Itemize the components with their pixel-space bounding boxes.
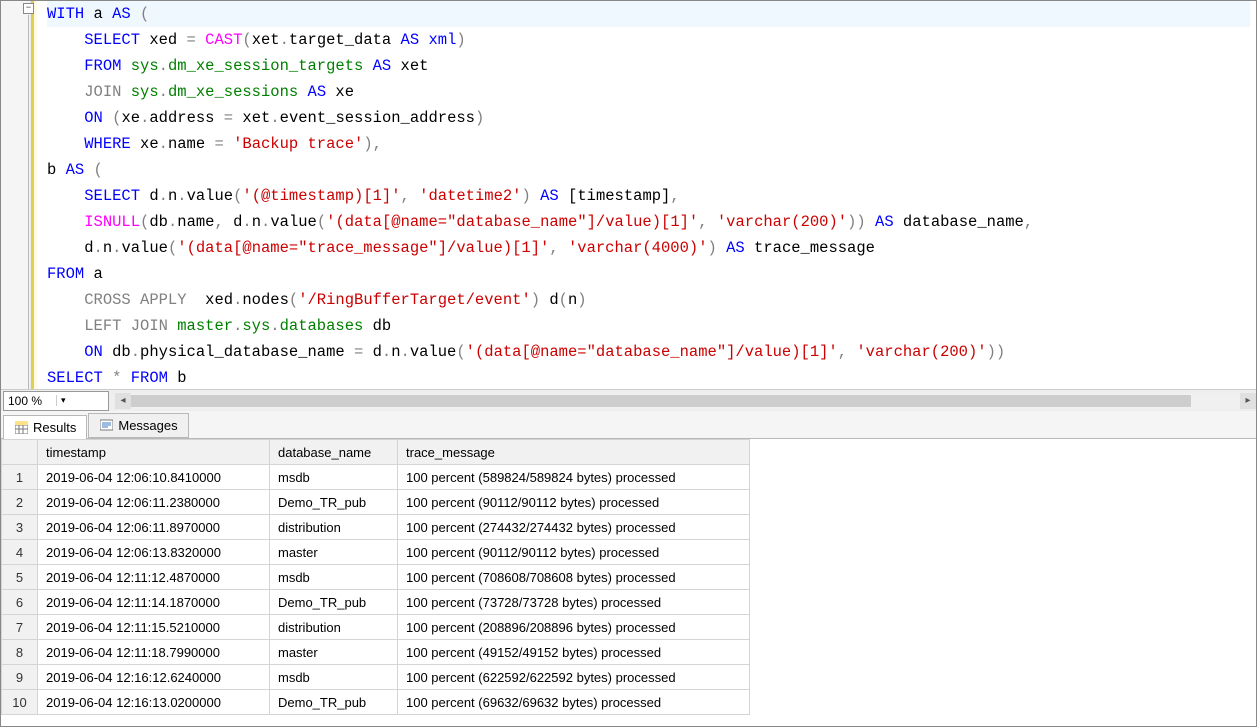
cell[interactable]: 100 percent (49152/49152 bytes) processe… bbox=[398, 640, 750, 665]
cell[interactable]: 2019-06-04 12:16:12.6240000 bbox=[38, 665, 270, 690]
cell[interactable]: 100 percent (708608/708608 bytes) proces… bbox=[398, 565, 750, 590]
row-header-blank[interactable] bbox=[2, 440, 38, 465]
cell[interactable]: master bbox=[270, 640, 398, 665]
editor-gutter: − bbox=[1, 1, 31, 389]
results-grid[interactable]: timestamp database_name trace_message 12… bbox=[1, 439, 1256, 726]
cell[interactable]: 2019-06-04 12:06:11.8970000 bbox=[38, 515, 270, 540]
row-number[interactable]: 5 bbox=[2, 565, 38, 590]
cell[interactable]: msdb bbox=[270, 465, 398, 490]
cell[interactable]: Demo_TR_pub bbox=[270, 690, 398, 715]
cell[interactable]: 100 percent (73728/73728 bytes) processe… bbox=[398, 590, 750, 615]
scroll-right-button[interactable]: ▸ bbox=[1240, 393, 1256, 409]
cell[interactable]: 2019-06-04 12:16:13.0200000 bbox=[38, 690, 270, 715]
scroll-thumb[interactable] bbox=[131, 395, 1191, 407]
tab-results-label: Results bbox=[33, 420, 76, 435]
table-row[interactable]: 62019-06-04 12:11:14.1870000Demo_TR_pub1… bbox=[2, 590, 750, 615]
table-row[interactable]: 92019-06-04 12:16:12.6240000msdb100 perc… bbox=[2, 665, 750, 690]
cell[interactable]: msdb bbox=[270, 665, 398, 690]
result-tabs: Results Messages bbox=[1, 411, 1256, 439]
cell[interactable]: 100 percent (208896/208896 bytes) proces… bbox=[398, 615, 750, 640]
cell[interactable]: distribution bbox=[270, 515, 398, 540]
cell[interactable]: distribution bbox=[270, 615, 398, 640]
zoom-combo[interactable]: 100 % ▾ bbox=[3, 391, 109, 411]
row-number[interactable]: 3 bbox=[2, 515, 38, 540]
grid-icon bbox=[14, 421, 28, 435]
tab-results[interactable]: Results bbox=[3, 415, 87, 439]
column-header[interactable]: timestamp bbox=[38, 440, 270, 465]
cell[interactable]: 100 percent (90112/90112 bytes) processe… bbox=[398, 540, 750, 565]
column-header[interactable]: trace_message bbox=[398, 440, 750, 465]
row-number[interactable]: 10 bbox=[2, 690, 38, 715]
row-number[interactable]: 8 bbox=[2, 640, 38, 665]
cell[interactable]: 100 percent (274432/274432 bytes) proces… bbox=[398, 515, 750, 540]
sql-editor[interactable]: − WITH a AS ( SELECT xed = CAST(xet.targ… bbox=[1, 1, 1256, 389]
zoom-value: 100 % bbox=[4, 394, 56, 408]
cell[interactable]: 100 percent (90112/90112 bytes) processe… bbox=[398, 490, 750, 515]
cell[interactable]: 2019-06-04 12:11:12.4870000 bbox=[38, 565, 270, 590]
cell[interactable]: 2019-06-04 12:11:15.5210000 bbox=[38, 615, 270, 640]
row-number[interactable]: 6 bbox=[2, 590, 38, 615]
cell[interactable]: msdb bbox=[270, 565, 398, 590]
table-row[interactable]: 82019-06-04 12:11:18.7990000master100 pe… bbox=[2, 640, 750, 665]
scroll-left-button[interactable]: ◂ bbox=[115, 393, 131, 409]
tab-messages[interactable]: Messages bbox=[88, 413, 188, 438]
cell[interactable]: Demo_TR_pub bbox=[270, 490, 398, 515]
cell[interactable]: 2019-06-04 12:06:11.2380000 bbox=[38, 490, 270, 515]
cell[interactable]: Demo_TR_pub bbox=[270, 590, 398, 615]
cell[interactable]: master bbox=[270, 540, 398, 565]
cell[interactable]: 100 percent (69632/69632 bytes) processe… bbox=[398, 690, 750, 715]
cell[interactable]: 2019-06-04 12:06:13.8320000 bbox=[38, 540, 270, 565]
cell[interactable]: 2019-06-04 12:11:18.7990000 bbox=[38, 640, 270, 665]
table-row[interactable]: 12019-06-04 12:06:10.8410000msdb100 perc… bbox=[2, 465, 750, 490]
fold-guideline bbox=[28, 15, 29, 389]
table-row[interactable]: 22019-06-04 12:06:11.2380000Demo_TR_pub1… bbox=[2, 490, 750, 515]
horizontal-scrollbar[interactable]: ◂ ▸ bbox=[115, 393, 1256, 409]
row-number[interactable]: 2 bbox=[2, 490, 38, 515]
chevron-down-icon[interactable]: ▾ bbox=[56, 395, 108, 406]
editor-footer: 100 % ▾ ◂ ▸ bbox=[1, 389, 1256, 411]
fold-icon[interactable]: − bbox=[23, 3, 34, 14]
table-row[interactable]: 52019-06-04 12:11:12.4870000msdb100 perc… bbox=[2, 565, 750, 590]
table-row[interactable]: 72019-06-04 12:11:15.5210000distribution… bbox=[2, 615, 750, 640]
cell[interactable]: 2019-06-04 12:06:10.8410000 bbox=[38, 465, 270, 490]
cell[interactable]: 100 percent (622592/622592 bytes) proces… bbox=[398, 665, 750, 690]
tab-messages-label: Messages bbox=[118, 418, 177, 433]
table-row[interactable]: 42019-06-04 12:06:13.8320000master100 pe… bbox=[2, 540, 750, 565]
messages-icon bbox=[99, 419, 113, 433]
row-number[interactable]: 9 bbox=[2, 665, 38, 690]
code-content[interactable]: WITH a AS ( SELECT xed = CAST(xet.target… bbox=[37, 1, 1256, 389]
table-row[interactable]: 102019-06-04 12:16:13.0200000Demo_TR_pub… bbox=[2, 690, 750, 715]
row-number[interactable]: 7 bbox=[2, 615, 38, 640]
column-header[interactable]: database_name bbox=[270, 440, 398, 465]
row-number[interactable]: 4 bbox=[2, 540, 38, 565]
row-number[interactable]: 1 bbox=[2, 465, 38, 490]
table-row[interactable]: 32019-06-04 12:06:11.8970000distribution… bbox=[2, 515, 750, 540]
cell[interactable]: 100 percent (589824/589824 bytes) proces… bbox=[398, 465, 750, 490]
cell[interactable]: 2019-06-04 12:11:14.1870000 bbox=[38, 590, 270, 615]
